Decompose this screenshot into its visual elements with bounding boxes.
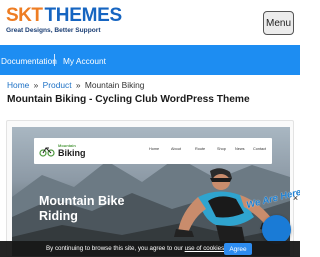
preview-menu-item: News [235,147,245,151]
site-logo[interactable]: SKT THEMES Great Designs, Better Support [6,5,122,40]
logo-tagline: Great Designs, Better Support [6,27,101,34]
theme-preview-image[interactable]: Mountain Biking Home About Route Shop Ne… [12,127,290,256]
page-title: Mountain Biking - Cycling Club WordPress… [7,94,250,105]
site-header: SKT THEMES Great Designs, Better Support… [0,0,300,45]
top-nav: Documentation My Account [0,45,300,75]
cookie-banner: By continuing to browse this site, you a… [0,241,300,257]
breadcrumb-separator: » [33,80,39,90]
logo-themes-text: THEMES [44,5,123,26]
chat-widget-button[interactable] [262,215,291,244]
breadcrumb-separator: » [75,80,81,90]
bike-logo-icon [39,147,55,157]
preview-menu-item: About [171,147,181,151]
cookie-policy-link[interactable]: use of cookies [185,245,225,252]
logo-skt-text: SKT [6,5,43,26]
cookie-message: By continuing to browse this site, you a… [46,245,226,252]
menu-button[interactable]: Menu [263,11,294,35]
cookie-text-before: By continuing to browse this site, you a… [46,245,183,252]
breadcrumb-product-link[interactable]: Product [43,80,72,90]
preview-hero-title-line1: Mountain Bike [39,194,125,208]
preview-menu-item: Route [195,147,206,151]
preview-menu-item: Shop [217,147,226,151]
nav-documentation-link[interactable]: Documentation [1,56,57,66]
breadcrumb: Home » Product » Mountain Biking [7,80,144,90]
page: SKT THEMES Great Designs, Better Support… [0,0,300,257]
preview-header-bar: Mountain Biking Home About Route Shop Ne… [34,138,272,164]
preview-hero-title-line2: Riding [39,209,78,223]
nav-my-account-link[interactable]: My Account [63,56,106,66]
breadcrumb-current: Mountain Biking [84,80,145,90]
theme-preview-card[interactable]: Mountain Biking Home About Route Shop Ne… [6,120,294,257]
cookie-agree-button[interactable]: Agree [224,243,252,255]
preview-menu-item: Contact [253,147,267,151]
nav-divider [54,54,55,66]
preview-menu-item: Home [149,147,160,151]
preview-logo-big: Biking [58,148,86,158]
logo-wordmark: SKT THEMES [6,5,122,26]
breadcrumb-home-link[interactable]: Home [7,80,29,90]
